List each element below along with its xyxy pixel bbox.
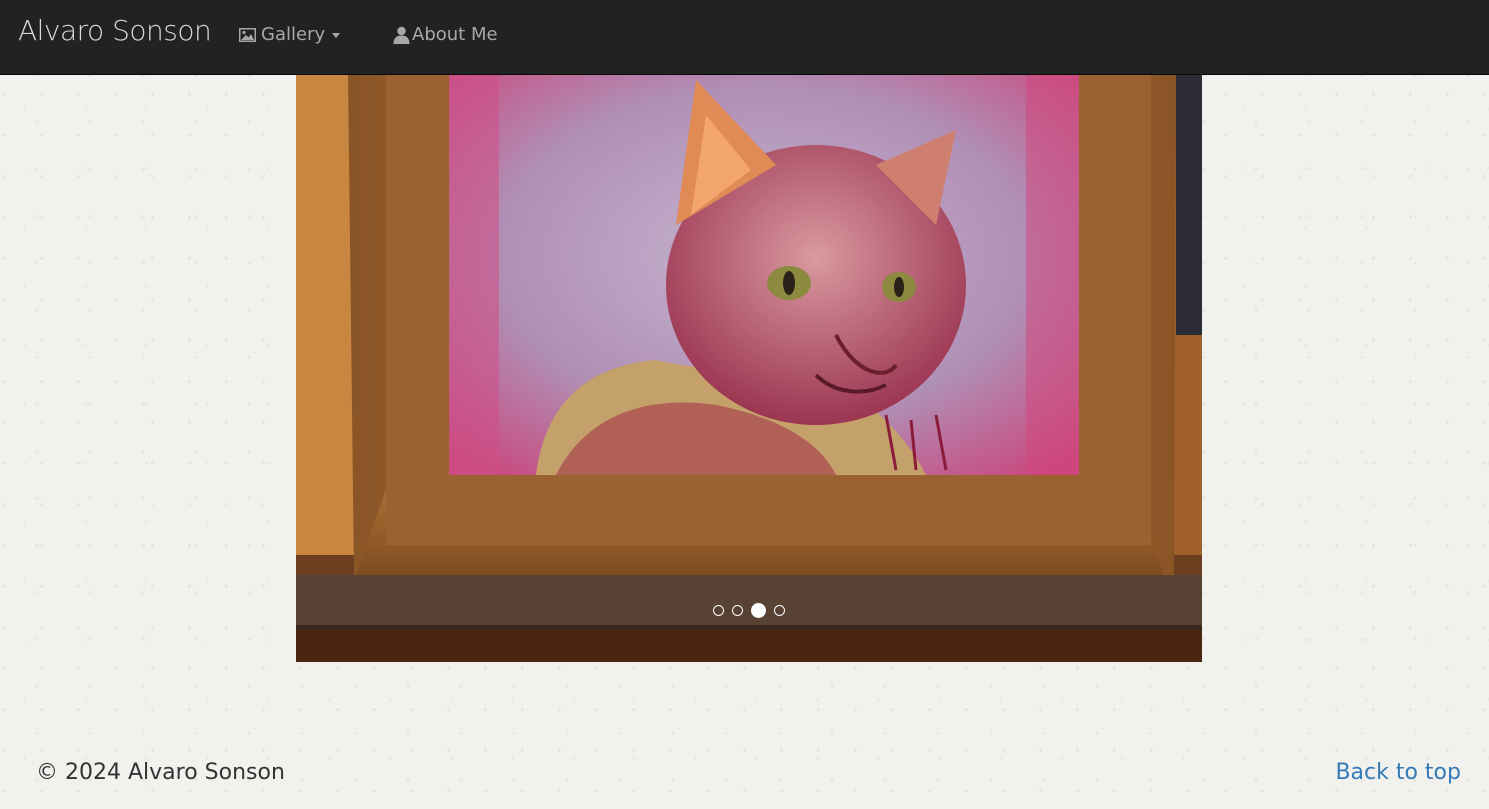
carousel-indicators — [296, 603, 1202, 618]
footer-copyright: © 2024 Alvaro Sonson — [36, 760, 285, 785]
carousel-indicator-3[interactable] — [751, 603, 766, 618]
painting-image — [296, 75, 1202, 662]
back-to-top-link[interactable]: Back to top — [1335, 760, 1461, 785]
carousel-indicator-4[interactable] — [774, 605, 785, 616]
carousel-indicator-1[interactable] — [713, 605, 724, 616]
brand-link[interactable]: Alvaro Sonson — [18, 14, 212, 47]
gallery-dropdown[interactable]: Gallery — [239, 24, 341, 45]
picture-icon — [239, 27, 256, 42]
user-icon — [393, 26, 410, 44]
image-carousel[interactable] — [296, 75, 1202, 662]
about-me-link[interactable]: About Me — [393, 24, 498, 45]
carousel-indicator-2[interactable] — [732, 605, 743, 616]
gallery-label: Gallery — [261, 24, 326, 45]
caret-down-icon — [332, 33, 341, 38]
top-navbar: Alvaro Sonson Gallery About Me — [0, 0, 1489, 75]
about-me-label: About Me — [412, 24, 498, 45]
